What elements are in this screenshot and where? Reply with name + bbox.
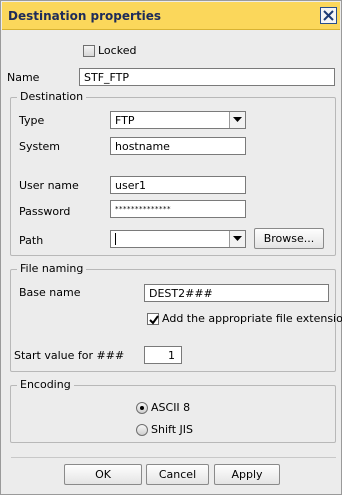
name-label: Name [7, 71, 40, 84]
add-extension-label: Add the appropriate file extension [162, 312, 342, 325]
system-input[interactable]: hostname [110, 137, 246, 155]
chevron-down-icon [233, 117, 242, 122]
name-input[interactable]: STF_FTP [79, 68, 335, 86]
type-label: Type [19, 114, 45, 127]
destination-properties-dialog: Destination properties Locked Name STF_F… [0, 0, 342, 495]
type-select[interactable]: FTP [110, 111, 246, 129]
start-value-input[interactable]: 1 [144, 346, 182, 364]
cancel-button[interactable]: Cancel [146, 464, 209, 485]
locked-checkbox[interactable] [83, 45, 95, 57]
browse-button[interactable]: Browse... [254, 228, 324, 249]
radio-shift-jis[interactable] [136, 424, 148, 436]
text-cursor [115, 233, 116, 245]
close-icon [323, 10, 334, 21]
base-name-input[interactable]: DEST2### [144, 284, 329, 302]
apply-button[interactable]: Apply [214, 464, 280, 485]
chevron-down-icon [233, 236, 242, 241]
path-label: Path [19, 234, 44, 247]
title-bar: Destination properties [2, 2, 340, 30]
radio-selected-dot [140, 406, 144, 410]
password-label: Password [19, 205, 71, 218]
password-input[interactable]: ************** [110, 200, 246, 218]
user-name-label: User name [19, 179, 79, 192]
locked-label: Locked [98, 44, 137, 57]
encoding-legend: Encoding [17, 378, 74, 391]
radio-ascii8[interactable] [136, 402, 148, 414]
ascii8-label: ASCII 8 [151, 401, 191, 414]
path-dropdown-arrow[interactable] [229, 231, 245, 247]
base-name-label: Base name [19, 286, 81, 299]
type-value: FTP [115, 114, 135, 127]
file-naming-legend: File naming [17, 262, 87, 275]
checkmark-icon [149, 315, 159, 325]
ok-button[interactable]: OK [64, 464, 142, 485]
path-combo[interactable] [110, 230, 246, 248]
shift-jis-label: Shift JIS [151, 423, 193, 436]
close-button[interactable] [320, 7, 337, 24]
system-label: System [19, 140, 61, 153]
user-name-input[interactable]: user1 [110, 176, 246, 194]
type-dropdown-arrow[interactable] [229, 112, 245, 128]
dialog-title: Destination properties [8, 9, 162, 23]
add-extension-checkbox[interactable] [147, 313, 159, 325]
start-value-label: Start value for ### [14, 349, 125, 362]
destination-legend: Destination [17, 90, 87, 103]
